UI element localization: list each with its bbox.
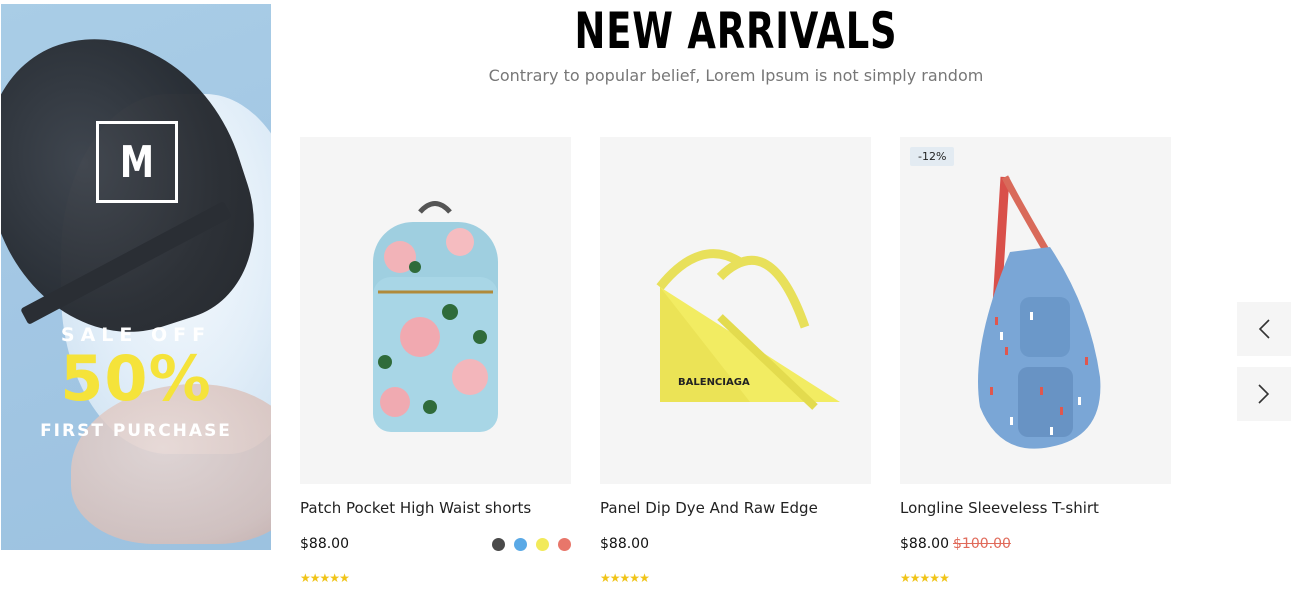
star-icon: ★ [639, 571, 650, 585]
rating-stars: ★★★★★ [300, 571, 350, 585]
floral-backpack-image [373, 201, 498, 432]
price-row: $88.00 $100.00 [900, 536, 1171, 552]
star-icon: ★ [619, 571, 631, 585]
product-title[interactable]: Panel Dip Dye And Raw Edge [600, 499, 818, 517]
product-card[interactable]: BALENCIAGA Panel Dip Dye And Raw Edge $8… [600, 137, 871, 585]
color-swatches [492, 537, 571, 551]
product-old-price: $100.00 [953, 536, 1011, 552]
product-image[interactable] [300, 137, 571, 484]
price-row: $88.00 [600, 536, 871, 552]
chevron-right-icon [1258, 384, 1270, 404]
product-title[interactable]: Longline Sleeveless T-shirt [900, 499, 1099, 517]
section-title: NEW ARRIVALS [574, 2, 898, 60]
yellow-triangle-bag-image: BALENCIAGA [656, 249, 840, 410]
product-card[interactable]: -12% Longline Sleeveless T-shirt $88.00 … [900, 137, 1171, 585]
star-icon: ★ [600, 571, 611, 585]
star-icon: ★ [329, 571, 340, 585]
star-icon: ★ [919, 571, 931, 585]
product-image[interactable]: BALENCIAGA [600, 137, 871, 484]
promo-banner[interactable]: M SALE OFF 50% FIRST PURCHASE [1, 4, 271, 550]
color-swatch-blue[interactable] [514, 537, 527, 551]
color-swatch-yellow[interactable] [536, 537, 549, 551]
color-swatch-red[interactable] [558, 537, 571, 551]
color-swatch-dark[interactable] [492, 537, 505, 551]
section-subtitle: Contrary to popular belief, Lorem Ipsum … [488, 66, 984, 85]
bag-brand-text: BALENCIAGA [678, 377, 750, 388]
star-icon: ★ [909, 571, 921, 585]
blue-sling-bag-image [978, 175, 1101, 449]
price-row: $88.00 [300, 536, 571, 552]
star-icon: ★ [629, 571, 640, 585]
star-icon: ★ [939, 571, 950, 585]
banner-logo: M [96, 121, 178, 203]
banner-logo-letter: M [119, 136, 155, 188]
star-icon: ★ [309, 571, 321, 585]
banner-discount-percent: 50% [60, 342, 212, 415]
rating-stars: ★★★★★ [600, 571, 650, 585]
carousel-prev-button[interactable] [1237, 302, 1291, 356]
product-price: $88.00 [900, 536, 949, 552]
product-title[interactable]: Patch Pocket High Waist shorts [300, 499, 531, 517]
chevron-left-icon [1258, 319, 1270, 339]
banner-first-purchase-text: FIRST PURCHASE [40, 421, 232, 441]
product-price: $88.00 [600, 536, 649, 552]
star-icon: ★ [929, 571, 940, 585]
product-price: $88.00 [300, 536, 349, 552]
carousel-next-button[interactable] [1237, 367, 1291, 421]
star-icon: ★ [300, 571, 311, 585]
product-card[interactable]: Patch Pocket High Waist shorts $88.00 ★★… [300, 137, 571, 585]
star-icon: ★ [609, 571, 621, 585]
discount-badge: -12% [910, 147, 955, 166]
star-icon: ★ [319, 571, 331, 585]
star-icon: ★ [339, 571, 350, 585]
product-image[interactable]: -12% [900, 137, 1171, 484]
rating-stars: ★★★★★ [900, 571, 950, 585]
star-icon: ★ [900, 571, 911, 585]
